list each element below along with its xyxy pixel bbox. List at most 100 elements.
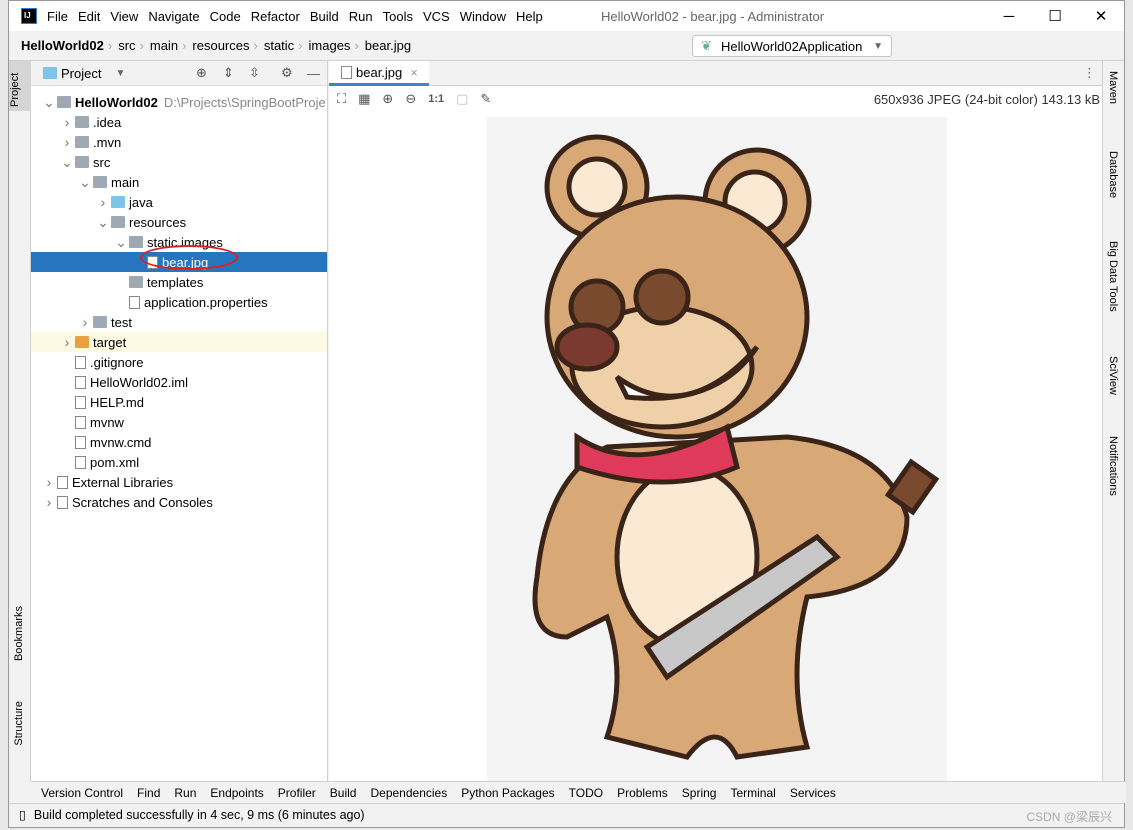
chevron-down-icon[interactable]: ⌄ [95,214,111,231]
actual-size-button[interactable]: 1:1 [428,93,444,105]
tool-dependencies[interactable]: Dependencies [370,786,447,800]
maximize-icon[interactable]: ☐ [1032,1,1078,31]
chevron-right-icon[interactable]: › [59,334,75,350]
menu-tools[interactable]: Tools [383,9,413,24]
maven-file-icon [75,455,86,469]
tab-bear-jpg[interactable]: bear.jpg × [329,61,429,86]
chevron-right-icon[interactable]: › [41,494,57,510]
tool-database[interactable]: Database [1107,151,1119,198]
fit-zoom-icon[interactable]: ⛶ [337,91,346,107]
chevron-down-icon[interactable]: ▼ [115,68,125,79]
tool-spring[interactable]: Spring [682,786,717,800]
tree-item-helloworld02-iml[interactable]: HelloWorld02.iml [31,372,327,392]
chevron-right-icon[interactable]: › [59,114,75,130]
chevron-down-icon[interactable]: ⌄ [41,94,57,111]
menu-edit[interactable]: Edit [78,9,100,24]
locate-icon[interactable]: ⊕ [196,65,207,81]
menu-build[interactable]: Build [310,9,339,24]
tree-item-mvnw[interactable]: mvnw [31,412,327,432]
breadcrumb-main[interactable]: main [150,38,178,53]
tool-sciview[interactable]: SciView [1107,356,1119,395]
menu-code[interactable]: Code [210,9,241,24]
gear-icon[interactable]: ⚙ [281,65,293,81]
run-configuration-select[interactable]: ❦ HelloWorld02Application ▼ [692,35,892,57]
tool-big-data-tools[interactable]: Big Data Tools [1107,241,1119,312]
tool-bookmarks[interactable]: Bookmarks [13,606,25,661]
tree-item-mvn[interactable]: › .mvn [31,132,327,152]
menu-navigate[interactable]: Navigate [148,9,199,24]
more-options-icon[interactable]: ⋮ [1083,65,1096,81]
zoom-out-icon[interactable]: ⊖ [405,91,416,107]
tool-problems[interactable]: Problems [617,786,668,800]
chevron-down-icon[interactable]: ⌄ [59,154,75,171]
tree-item-test[interactable]: › test [31,312,327,332]
zoom-in-icon[interactable]: ⊕ [382,91,393,107]
chevron-down-icon[interactable]: ⌄ [113,234,129,251]
tool-find[interactable]: Find [137,786,160,800]
tool-run[interactable]: Run [174,786,196,800]
minimize-icon[interactable]: ─ [986,1,1032,31]
menu-window[interactable]: Window [460,9,506,24]
tree-item-resources[interactable]: ⌄ resources [31,212,327,232]
menu-file[interactable]: File [47,9,68,24]
menu-view[interactable]: View [110,9,138,24]
menu-help[interactable]: Help [516,9,543,24]
tool-project[interactable]: Project [9,61,31,111]
tool-version-control[interactable]: Version Control [41,786,123,800]
tree-item-idea[interactable]: › .idea [31,112,327,132]
tree-item-external-libraries[interactable]: › External Libraries [31,472,327,492]
tree-item-scratches-and-consoles[interactable]: › Scratches and Consoles [31,492,327,512]
expand-all-icon[interactable]: ⇕ [223,65,234,81]
tree-item-gitignore[interactable]: .gitignore [31,352,327,372]
chevron-down-icon[interactable]: ⌄ [77,174,93,191]
color-picker-icon[interactable]: ✎ [480,91,491,107]
chevron-right-icon[interactable]: › [77,314,93,330]
tree-item-label: External Libraries [72,474,174,490]
tool-structure[interactable]: Structure [13,701,25,746]
tool-todo[interactable]: TODO [569,786,603,800]
tree-item-java[interactable]: › java [31,192,327,212]
menu-refactor[interactable]: Refactor [251,9,300,24]
breadcrumb-images[interactable]: images [309,38,351,53]
tool-services[interactable]: Services [790,786,836,800]
menu-vcs[interactable]: VCS [423,9,450,24]
chevron-right-icon[interactable]: › [59,134,75,150]
tree-item-helloworld02[interactable]: ⌄ HelloWorld02 D:\Projects\SpringBootProje [31,92,327,112]
tool-endpoints[interactable]: Endpoints [210,786,263,800]
breadcrumb-bear-jpg[interactable]: bear.jpg [365,38,411,53]
image-info: 650x936 JPEG (24-bit color) 143.13 kB [873,92,1100,107]
tree-item-main[interactable]: ⌄ main [31,172,327,192]
image-canvas [487,117,947,781]
breadcrumb-static[interactable]: static [264,38,294,53]
tree-item-pom-xml[interactable]: pom.xml [31,452,327,472]
menu-run[interactable]: Run [349,9,373,24]
breadcrumb-resources[interactable]: resources [192,38,249,53]
tree-item-src[interactable]: ⌄ src [31,152,327,172]
tool-build[interactable]: Build [330,786,357,800]
close-tab-icon[interactable]: × [410,65,418,80]
hide-icon[interactable]: — [307,66,320,81]
project-panel-title[interactable]: Project [61,66,101,81]
status-toggle-icon[interactable]: ▯ [19,807,26,822]
tool-terminal[interactable]: Terminal [730,786,775,800]
grid-icon[interactable]: ▦ [358,91,370,107]
tool-maven[interactable]: Maven [1107,71,1119,104]
tree-item-mvnw-cmd[interactable]: mvnw.cmd [31,432,327,452]
tree-item-target[interactable]: › target [31,332,327,352]
tool-notifications[interactable]: Notifications [1107,436,1119,496]
chevron-right-icon[interactable]: › [41,474,57,490]
tool-profiler[interactable]: Profiler [278,786,316,800]
breadcrumb-helloworld02[interactable]: HelloWorld02 [21,38,104,53]
tree-item-label: templates [147,274,204,290]
tree-item-templates[interactable]: templates [31,272,327,292]
image-file-icon [341,65,352,79]
collapse-all-icon[interactable]: ⇳ [249,65,260,81]
chevron-right-icon[interactable]: › [95,194,111,210]
close-icon[interactable]: ✕ [1078,1,1124,31]
tree-item-help-md[interactable]: HELP.md [31,392,327,412]
intellij-logo: IJ [21,8,37,24]
tree-item-application-properties[interactable]: application.properties [31,292,327,312]
fit-window-icon[interactable]: ▢ [456,91,468,107]
breadcrumb-src[interactable]: src [118,38,135,53]
tool-python-packages[interactable]: Python Packages [461,786,554,800]
